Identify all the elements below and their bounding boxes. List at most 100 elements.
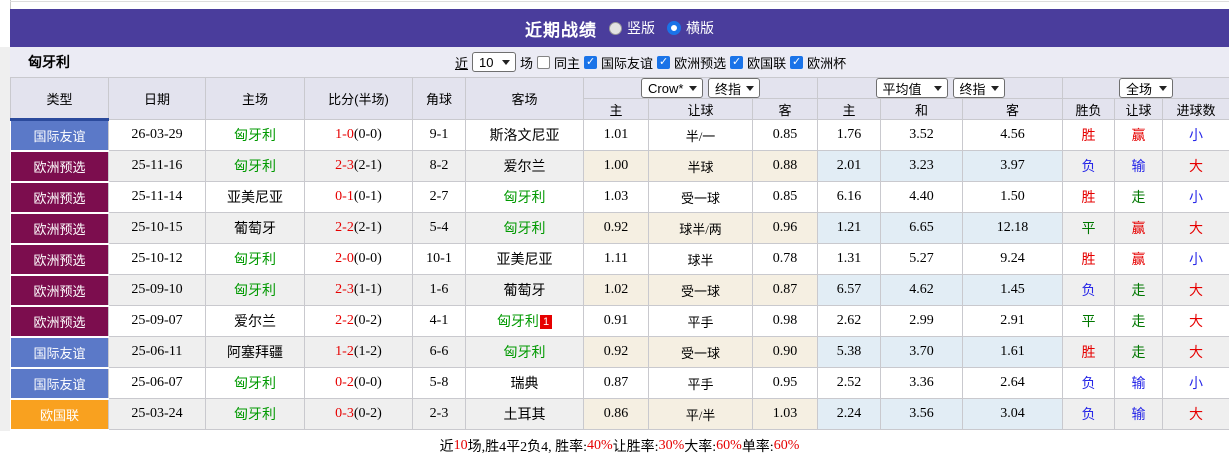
cell-home-team: 爱尔兰 — [205, 305, 305, 337]
layout-option-vertical-label[interactable]: 竖版 — [627, 18, 655, 38]
cell-avg-draw: 3.70 — [880, 336, 963, 368]
layout-option-horizontal-label[interactable]: 横版 — [686, 18, 714, 38]
cell-away-team: 土耳其 — [465, 398, 584, 430]
cell-avg-home: 2.52 — [817, 367, 881, 399]
bookmaker-stage-select[interactable]: 终指 — [708, 78, 760, 98]
cell-type-badge: 欧洲预选 — [10, 304, 109, 338]
cell-corners: 2-3 — [412, 398, 466, 430]
container-border-top — [10, 1, 1229, 2]
cell-odds-away: 0.90 — [752, 336, 818, 368]
cell-home-team: 匈牙利 — [205, 243, 305, 275]
competition-checkbox-euro-qualifier[interactable] — [657, 55, 671, 69]
cell-avg-home: 6.16 — [817, 181, 881, 213]
cell-result-goals: 小 — [1162, 119, 1229, 151]
cell-avg-home: 2.01 — [817, 150, 881, 182]
cell-result-goals: 小 — [1162, 181, 1229, 213]
cell-odds-home: 1.02 — [583, 274, 649, 306]
same-home-label[interactable]: 同主 — [554, 53, 580, 72]
table-row: 欧洲预选 25-11-16 匈牙利 2-3(2-1) 8-2 爱尔兰 1.00 半球 0.88 2… — [10, 149, 1229, 183]
competition-label-nations-league[interactable]: 欧国联 — [747, 53, 786, 72]
cell-corners: 10-1 — [412, 243, 466, 275]
cell-date: 25-09-07 — [108, 305, 206, 337]
cell-result-goals: 小 — [1162, 243, 1229, 275]
cell-corners: 4-1 — [412, 305, 466, 337]
table-row: 欧洲预选 25-11-14 亚美尼亚 0-1(0-1) 2-7 匈牙利 1.03 受一球 0.8… — [10, 180, 1229, 214]
chevron-down-icon — [746, 85, 755, 91]
cell-result-wdl: 负 — [1062, 150, 1116, 182]
cell-avg-draw: 3.36 — [880, 367, 963, 399]
cell-corners: 5-8 — [412, 367, 466, 399]
cell-odds-home: 1.03 — [583, 181, 649, 213]
cell-handicap-line: 受一球 — [648, 274, 753, 306]
subheader-avg-draw: 和 — [880, 98, 963, 120]
average-select[interactable]: 平均值 — [875, 78, 948, 98]
layout-option-horizontal[interactable]: 横版 — [667, 18, 714, 38]
cell-result-wdl: 胜 — [1062, 336, 1116, 368]
cell-date: 25-11-14 — [108, 181, 206, 213]
cell-avg-home: 1.76 — [817, 119, 881, 151]
competition-checkbox-euro-cup[interactable] — [790, 55, 804, 69]
recent-results-panel: 近期战绩 竖版 横版 匈牙利 近 10 场 同主 国际友谊 欧洲预选 欧国联 欧… — [10, 9, 1229, 461]
cell-handicap-line: 平/半 — [648, 398, 753, 430]
chevron-down-icon — [990, 85, 999, 91]
recent-count-select[interactable]: 10 — [472, 52, 517, 72]
radio-vertical-icon[interactable] — [609, 21, 622, 35]
cell-avg-away: 4.56 — [961, 119, 1064, 151]
cell-odds-home: 0.92 — [583, 336, 649, 368]
summary-text: 近 — [439, 439, 454, 455]
cell-date: 25-06-11 — [108, 336, 206, 368]
cell-type-badge: 欧洲预选 — [10, 273, 109, 307]
cell-home-team: 匈牙利 — [205, 367, 305, 399]
competition-label-euro-cup[interactable]: 欧洲杯 — [807, 53, 846, 72]
cell-avg-home: 2.62 — [817, 305, 881, 337]
cell-odds-home: 0.92 — [583, 212, 649, 244]
cell-result-goals: 大 — [1162, 212, 1229, 244]
cell-date: 25-10-15 — [108, 212, 206, 244]
cell-result-wdl: 负 — [1062, 274, 1116, 306]
scope-select[interactable]: 全场 — [1119, 78, 1174, 98]
table-header: 类型 日期 主场 比分(半场) 角球 客场 Crow* 终指 平均值 终指 全场… — [10, 77, 1229, 121]
cell-away-team: 瑞典 — [465, 367, 584, 399]
recent-link[interactable]: 近 — [455, 53, 468, 72]
bookmaker-select[interactable]: Crow* — [641, 78, 703, 98]
cell-home-team: 匈牙利 — [205, 398, 305, 430]
competition-label-friendly[interactable]: 国际友谊 — [601, 53, 653, 72]
cell-home-team: 匈牙利 — [205, 274, 305, 306]
cell-score: 1-0(0-0) — [304, 119, 413, 151]
cell-date: 26-03-29 — [108, 119, 206, 151]
competition-checkbox-nations-league[interactable] — [730, 55, 744, 69]
cell-result-handicap: 赢 — [1114, 243, 1164, 275]
radio-horizontal-icon[interactable] — [667, 21, 681, 35]
competition-label-euro-qualifier[interactable]: 欧洲预选 — [674, 53, 726, 72]
table-row: 欧洲预选 25-09-07 爱尔兰 2-2(0-2) 4-1 匈牙利 1 0.91 平手 0.98… — [10, 304, 1229, 338]
cell-result-handicap: 赢 — [1114, 119, 1164, 151]
cell-odds-home: 1.11 — [583, 243, 649, 275]
summary-text: 大率: — [684, 439, 717, 455]
cell-avg-home: 1.31 — [817, 243, 881, 275]
same-home-checkbox[interactable] — [537, 55, 551, 69]
cell-result-wdl: 胜 — [1062, 119, 1116, 151]
header-group-result: 全场 — [1062, 77, 1229, 99]
cell-date: 25-09-10 — [108, 274, 206, 306]
cell-type-badge: 国际友谊 — [10, 335, 109, 369]
competition-checkbox-friendly[interactable] — [584, 55, 598, 69]
layout-option-vertical[interactable]: 竖版 — [609, 18, 655, 38]
cell-avg-draw: 3.56 — [880, 398, 963, 430]
cell-away-team: 匈牙利 — [465, 181, 584, 213]
subheader-result-goals: 进球数 — [1162, 98, 1229, 120]
cell-avg-away: 1.50 — [961, 181, 1064, 213]
cell-result-goals: 大 — [1162, 336, 1229, 368]
games-label: 场 — [520, 55, 534, 71]
cell-odds-away: 0.98 — [752, 305, 818, 337]
cell-handicap-line: 平手 — [648, 367, 753, 399]
cell-away-team: 葡萄牙 — [465, 274, 584, 306]
cell-score: 0-2(0-0) — [304, 367, 413, 399]
cell-odds-home: 1.01 — [583, 119, 649, 151]
cell-corners: 1-6 — [412, 274, 466, 306]
top-strip — [0, 0, 1229, 9]
average-stage-select[interactable]: 终指 — [952, 78, 1005, 98]
cell-away-team: 匈牙利 — [465, 212, 584, 244]
header-score: 比分(半场) — [304, 77, 413, 120]
cell-avg-away: 2.91 — [961, 305, 1064, 337]
cell-avg-away: 3.04 — [961, 398, 1064, 430]
